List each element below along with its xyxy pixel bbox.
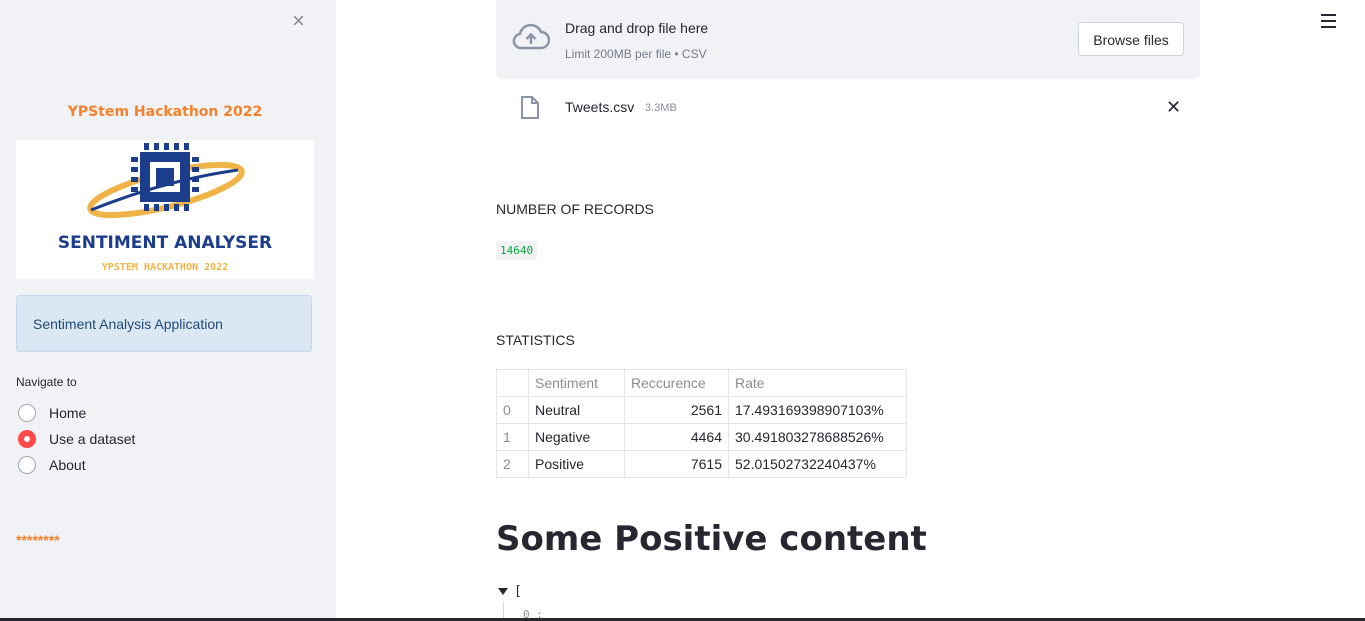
row-index: 0 (496, 396, 529, 424)
hamburger-menu-icon[interactable] (1321, 14, 1336, 32)
radio-circle[interactable] (18, 456, 36, 474)
nav-radio-label: About (49, 457, 86, 473)
chip-logo-graphic (87, 143, 245, 219)
json-viewer: [ (498, 584, 522, 599)
stars-decoration: ******** (16, 532, 60, 548)
cell-rate: 17.493169398907103% (728, 396, 907, 424)
dropzone-limit: Limit 200MB per file • CSV (565, 47, 707, 61)
records-value: 14640 (496, 241, 538, 260)
table-row: 1 Negative 4464 30.491803278688526% (496, 423, 907, 451)
radio-circle-selected[interactable] (18, 430, 36, 448)
logo-caption: SENTIMENT ANALYSER (57, 233, 273, 253)
cell-sentiment: Negative (528, 423, 625, 451)
table-row: 0 Neutral 2561 17.493169398907103% (496, 396, 907, 424)
column-header[interactable]: Reccurence (624, 369, 729, 397)
close-sidebar-icon[interactable]: × (292, 10, 305, 32)
positive-content-heading: Some Positive content (496, 519, 927, 559)
cell-rate: 30.491803278688526% (728, 423, 907, 451)
row-index: 1 (496, 423, 529, 451)
column-header[interactable]: Sentiment (528, 369, 625, 397)
uploaded-file-size: 3.3MB (645, 102, 677, 114)
sidebar: × YPStem Hackathon 2022 SENTIMENT ANALYS… (0, 0, 336, 621)
row-index: 2 (496, 450, 529, 478)
cloud-upload-icon (512, 23, 550, 50)
records-label: NUMBER OF RECORDS (496, 201, 654, 217)
column-header[interactable] (496, 369, 529, 397)
dropzone-title: Drag and drop file here (565, 20, 709, 36)
logo-subcaption: YPSTEM HACKATHON 2022 (101, 262, 229, 273)
cell-reccurence: 2561 (624, 396, 729, 424)
file-uploader-dropzone[interactable]: Drag and drop file here Limit 200MB per … (496, 0, 1200, 79)
sidebar-title: YPStem Hackathon 2022 (67, 104, 263, 120)
sentiment-analyser-logo: SENTIMENT ANALYSER YPSTEM HACKATHON 2022 (16, 140, 314, 279)
remove-file-icon[interactable]: ✕ (1166, 97, 1181, 117)
cell-rate: 52.01502732240437% (728, 450, 907, 478)
file-icon (521, 96, 539, 119)
collapse-triangle-icon[interactable] (498, 588, 508, 595)
radio-circle[interactable] (18, 404, 36, 422)
browse-files-button[interactable]: Browse files (1078, 22, 1184, 56)
nav-radio-label: Home (49, 405, 87, 421)
nav-radio-label: Use a dataset (49, 431, 136, 447)
nav-radio-home[interactable]: Home (16, 402, 86, 424)
navigate-label: Navigate to (16, 375, 77, 389)
nav-radio-use-a-dataset[interactable]: Use a dataset (16, 428, 135, 450)
statistics-label: STATISTICS (496, 332, 575, 348)
table-row: 2 Positive 7615 52.01502732240437% (496, 450, 907, 478)
uploaded-file-name: Tweets.csv (565, 99, 635, 115)
cell-sentiment: Neutral (528, 396, 625, 424)
nav-radio-about[interactable]: About (16, 454, 86, 476)
table-header-row: Sentiment Reccurence Rate (496, 369, 907, 397)
cell-sentiment: Positive (528, 450, 625, 478)
cell-reccurence: 7615 (624, 450, 729, 478)
info-box: Sentiment Analysis Application (16, 295, 312, 352)
column-header[interactable]: Rate (728, 369, 907, 397)
cell-reccurence: 4464 (624, 423, 729, 451)
json-open-bracket: [ (514, 584, 522, 599)
statistics-table: Sentiment Reccurence Rate 0 Neutral 2561… (496, 369, 907, 478)
